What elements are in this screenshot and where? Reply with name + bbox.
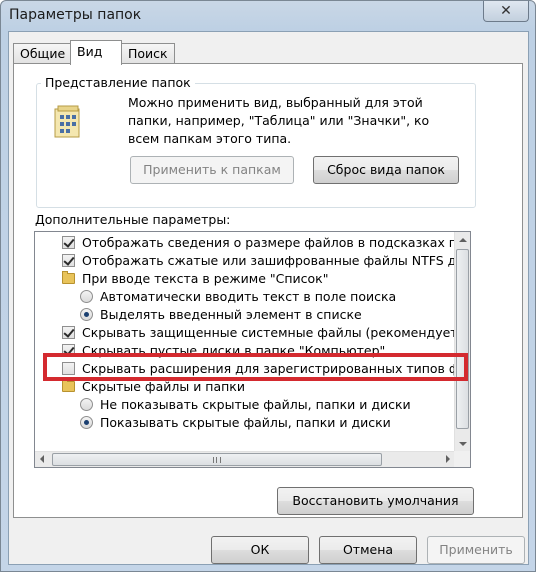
scroll-right-icon[interactable] [446, 455, 450, 463]
list-item[interactable]: Выделять введенный элемент в списке [35, 306, 455, 324]
list-item: При вводе текста в режиме "Список" [35, 270, 455, 288]
list-item-label: Автоматически вводить текст в поле поиск… [100, 289, 397, 304]
scroll-down-icon[interactable] [459, 442, 467, 446]
advanced-settings-label: Дополнительные параметры: [35, 212, 231, 227]
grip-icon [213, 457, 221, 463]
list-item-label: При вводе текста в режиме "Список" [82, 271, 329, 286]
horizontal-scrollbar[interactable] [35, 451, 455, 467]
close-icon: ✕ [500, 3, 512, 19]
list-item-label: Отображать сведения о размере файлов в п… [82, 235, 455, 250]
list-item: Скрытые файлы и папки [35, 378, 455, 396]
list-item[interactable]: Показывать скрытые файлы, папки и диски [35, 414, 455, 432]
vertical-scroll-thumb[interactable] [456, 249, 469, 429]
window-title: Параметры папок [9, 7, 142, 23]
list-item-label: Скрывать защищенные системные файлы (рек… [82, 325, 455, 340]
cancel-button[interactable]: Отмена [319, 536, 417, 564]
list-item-label: Не показывать скрытые файлы, папки и дис… [100, 397, 411, 412]
folder-icon [62, 271, 75, 284]
radio-button[interactable] [80, 290, 93, 303]
scroll-left-icon[interactable] [40, 455, 44, 463]
list-item[interactable]: Скрывать пустые диски в папке "Компьютер… [35, 342, 455, 360]
checkbox[interactable] [62, 254, 75, 267]
scroll-up-icon[interactable] [459, 238, 467, 242]
folder-views-description: Можно применить вид, выбранный для этой … [128, 95, 430, 146]
advanced-settings-list[interactable]: Отображать сведения о размере файлов в п… [34, 231, 471, 468]
checkbox[interactable] [62, 326, 75, 339]
folder-options-window: Параметры папок ✕ Общие Вид Поиск Предст… [0, 0, 536, 572]
title-bar[interactable]: Параметры папок ✕ [1, 1, 537, 31]
tab-view[interactable]: Вид [70, 40, 122, 65]
folder-views-title: Представление папок [41, 75, 195, 90]
list-item-label: Отображать сжатые или зашифрованные файл… [82, 253, 455, 268]
list-item[interactable]: Скрывать расширения для зарегистрированн… [35, 360, 455, 378]
list-item[interactable]: Не показывать скрытые файлы, папки и дис… [35, 396, 455, 414]
list-item-label: Скрывать пустые диски в папке "Компьютер… [82, 343, 386, 358]
list-item-label: Выделять введенный элемент в списке [100, 307, 362, 322]
list-item[interactable]: Скрывать защищенные системные файлы (рек… [35, 324, 455, 342]
checkbox[interactable] [62, 362, 75, 375]
ok-button[interactable]: ОК [211, 536, 309, 564]
tab-general[interactable]: Общие [13, 43, 71, 63]
apply-button[interactable]: Применить [427, 536, 525, 564]
restore-defaults-button[interactable]: Восстановить умолчания [277, 487, 474, 515]
scroll-corner [454, 451, 470, 467]
checkbox[interactable] [62, 236, 75, 249]
close-button[interactable]: ✕ [483, 1, 529, 22]
radio-button[interactable] [80, 416, 93, 429]
list-item-label: Скрытые файлы и папки [82, 379, 245, 394]
advanced-settings-items: Отображать сведения о размере файлов в п… [35, 232, 455, 452]
vertical-scrollbar[interactable] [454, 232, 470, 452]
list-item[interactable]: Отображать сведения о размере файлов в п… [35, 234, 455, 252]
list-item-label: Показывать скрытые файлы, папки и диски [100, 415, 391, 430]
apply-to-folders-button[interactable]: Применить к папкам [130, 156, 294, 184]
radio-button[interactable] [80, 398, 93, 411]
checkbox[interactable] [62, 344, 75, 357]
list-item-label: Скрывать расширения для зарегистрированн… [82, 361, 455, 376]
radio-button[interactable] [80, 308, 93, 321]
horizontal-scroll-thumb[interactable] [52, 453, 382, 466]
list-item[interactable]: Автоматически вводить текст в поле поиск… [35, 288, 455, 306]
tab-search[interactable]: Поиск [121, 43, 175, 63]
reset-folders-button[interactable]: Сброс вида папок [313, 156, 459, 184]
folder-view-icon [54, 105, 80, 138]
list-item[interactable]: Отображать сжатые или зашифрованные файл… [35, 252, 455, 270]
folder-icon [62, 379, 75, 392]
